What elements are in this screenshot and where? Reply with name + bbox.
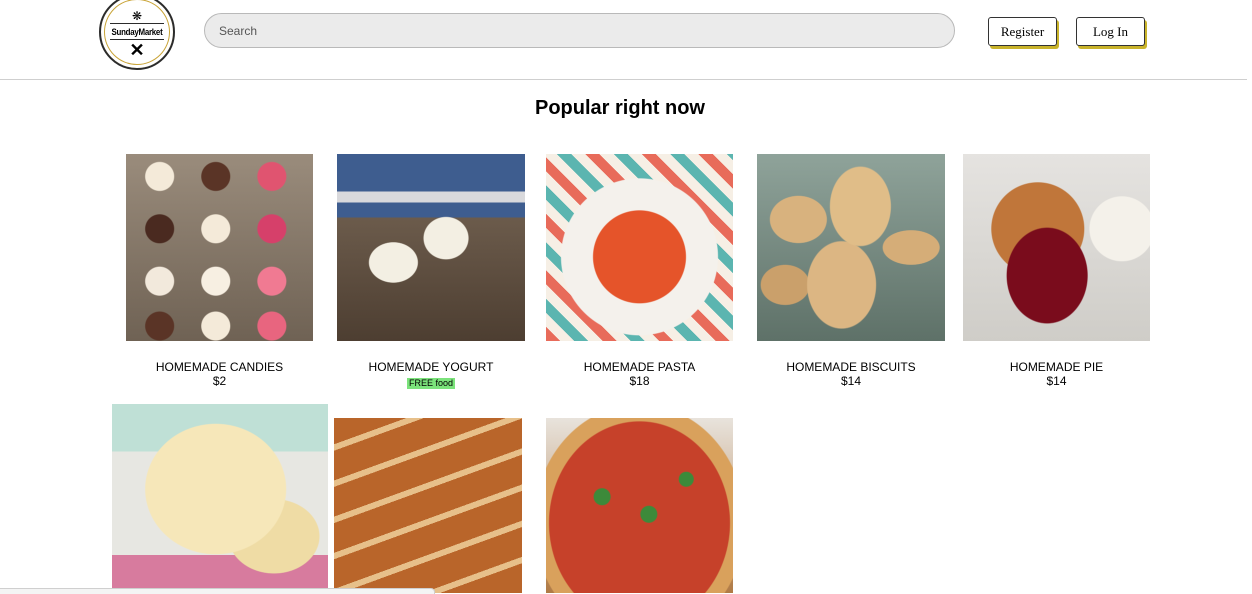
logo-divider (110, 22, 164, 24)
biscuits-photo (757, 154, 945, 341)
site-header: ❋ SundayMarket ✕ Register Log In (0, 0, 1247, 80)
logo-ornament-icon: ❋ (131, 8, 143, 23)
login-button[interactable]: Log In (1076, 17, 1145, 46)
product-name: HOMEMADE PIE (1009, 360, 1104, 374)
free-food-badge: FREE food (406, 378, 456, 389)
product-price: $14 (840, 374, 862, 388)
pizza-photo (546, 418, 733, 593)
product-price: $18 (629, 374, 650, 388)
pie-photo (963, 154, 1150, 341)
yogurt-photo (337, 154, 525, 341)
search-input[interactable] (204, 13, 955, 48)
product-price: $2 (212, 374, 227, 388)
product-name: HOMEMADE BISCUITS (786, 360, 916, 374)
product-name: HOMEMADE YOGURT (368, 360, 494, 374)
horizontal-scrollbar[interactable] (0, 588, 435, 594)
ice-cream-photo (112, 404, 328, 593)
pasta-photo (546, 154, 733, 341)
logo-text: SundayMarket (111, 26, 163, 37)
bread-photo (334, 418, 522, 593)
sundaymarket-logo[interactable]: ❋ SundayMarket ✕ (99, 0, 175, 70)
candies-photo (126, 154, 313, 341)
product-price: $14 (1046, 374, 1067, 388)
product-price-row: FREE food (317, 375, 545, 389)
utensils-icon: ✕ (129, 39, 145, 60)
product-name: HOMEMADE PASTA (583, 360, 696, 374)
section-title: Popular right now (535, 97, 705, 119)
product-name: HOMEMADE CANDIES (155, 360, 284, 374)
register-button[interactable]: Register (988, 17, 1057, 46)
